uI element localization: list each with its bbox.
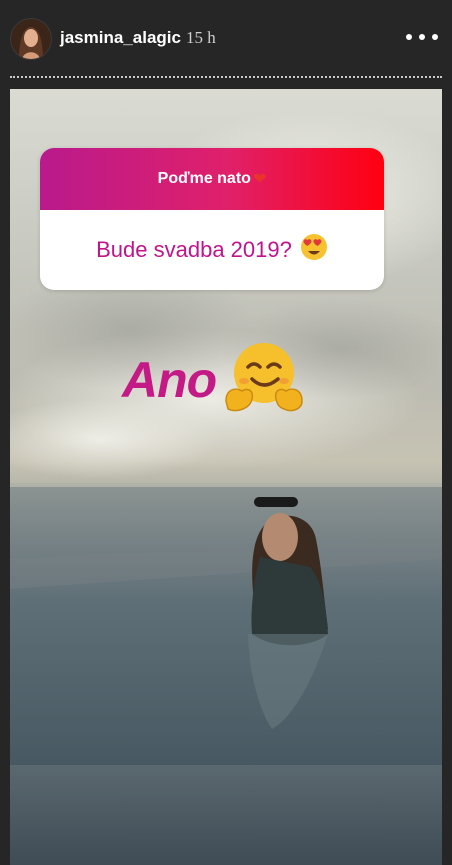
story-progress-bar [10,76,442,78]
question-text: Bude svadba 2019? [96,237,292,262]
story-media[interactable]: Poďme nato ❤ Bude svadba 2019? Ano [10,89,442,865]
question-sticker[interactable]: Poďme nato ❤ Bude svadba 2019? [40,148,384,290]
answer-text: Ano [122,351,217,408]
story-header: jasmina_alagic 15 h [0,0,452,78]
question-sticker-header: Poďme nato ❤ [40,148,384,210]
username[interactable]: jasmina_alagic [60,28,181,48]
heart-eyes-emoji-icon [300,233,328,267]
answer-text-overlay: Ano [122,339,306,420]
question-sticker-body: Bude svadba 2019? [40,210,384,290]
timestamp: 15 h [186,28,216,47]
more-options-icon[interactable] [406,30,438,44]
heart-icon: ❤ [252,171,267,188]
question-prompt: Poďme nato [157,170,251,187]
avatar[interactable] [10,18,52,60]
hugging-face-emoji-icon [222,339,306,420]
